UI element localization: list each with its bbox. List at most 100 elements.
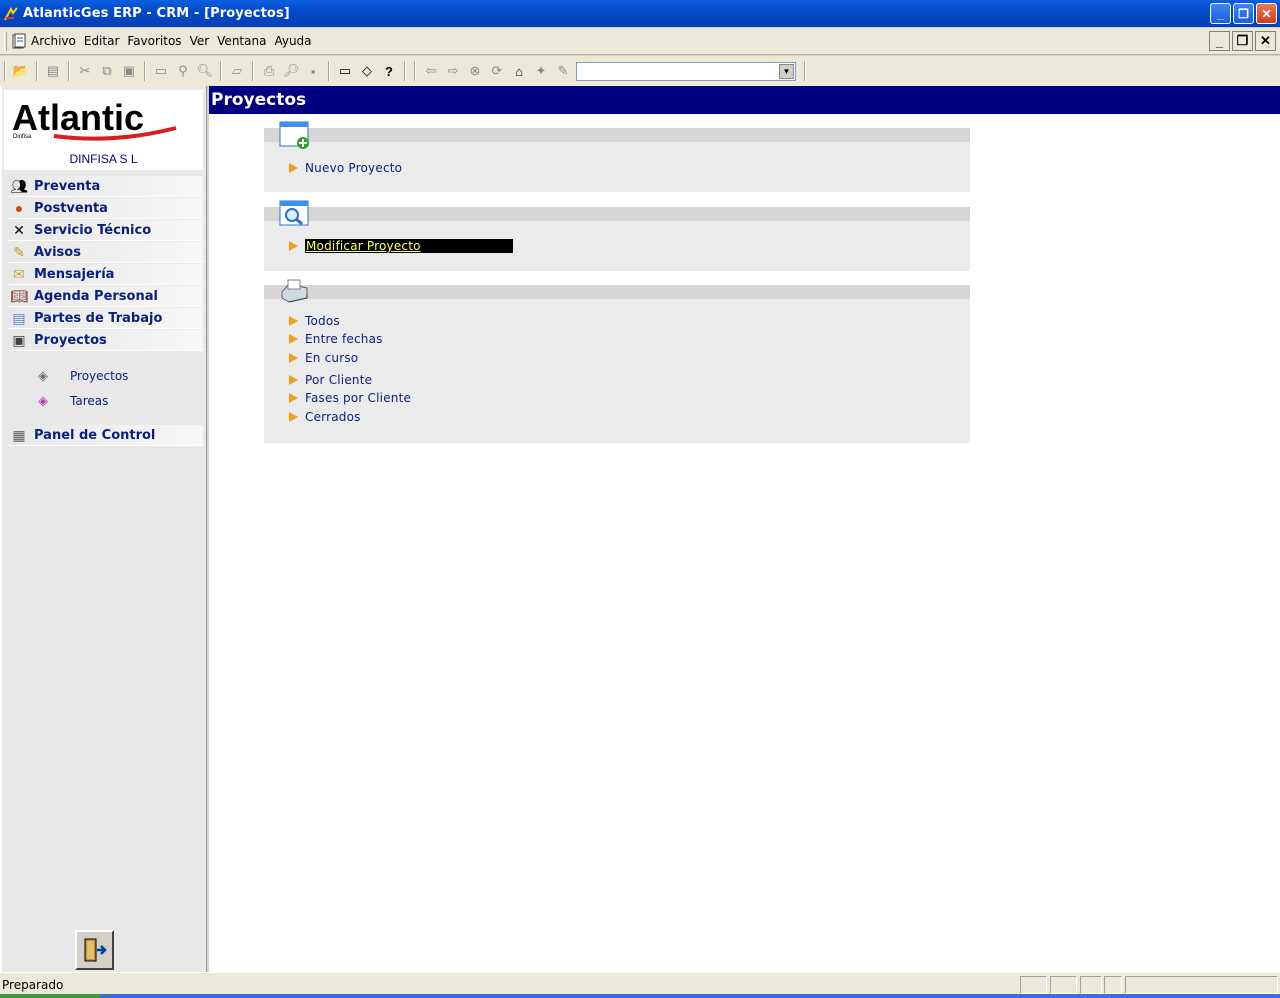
stop-icon: ⊗ [469, 63, 481, 78]
find-button[interactable]: 🔍︎ [194, 60, 216, 82]
toolbar-separator [328, 61, 330, 81]
close-button[interactable]: ✕ [1256, 3, 1277, 24]
window-button[interactable]: ▭ [150, 60, 172, 82]
favorites-button[interactable]: ✦ [530, 60, 552, 82]
link-label: Entre fechas [305, 332, 383, 346]
sidebar-item-agenda-personal[interactable]: 📖︎ Agenda Personal [8, 286, 203, 307]
window-title: AtlanticGes ERP - CRM - [Proyectos] [23, 6, 290, 21]
link-cerrados[interactable]: Cerrados [289, 408, 361, 426]
menu-ventana[interactable]: Ventana [213, 34, 270, 48]
link-nuevo-proyecto[interactable]: Nuevo Proyecto [289, 159, 402, 177]
sidebar-subitem-proyectos[interactable]: ◈ Proyectos [38, 366, 128, 386]
link-en-curso[interactable]: En curso [289, 349, 358, 367]
menu-ver[interactable]: Ver [186, 34, 214, 48]
menu-editar[interactable]: Editar [80, 34, 124, 48]
home-button[interactable]: ⌂ [508, 60, 530, 82]
monitor-button[interactable]: ▭ [334, 60, 356, 82]
sidebar-item-servicio-tecnico[interactable]: ✕ Servicio Técnico [8, 220, 203, 241]
arrow-right-icon [289, 375, 298, 385]
sidebar-item-postventa[interactable]: ● Postventa [8, 198, 203, 219]
toolbar-separator [404, 61, 406, 81]
status-panel [1104, 976, 1122, 994]
pencil-icon: ✎ [13, 243, 25, 260]
tag-button[interactable]: ◇ [356, 60, 378, 82]
menu-grip [4, 31, 7, 51]
arrow-right-icon [289, 353, 298, 363]
toolbar-separator [804, 61, 806, 81]
child-close-button[interactable]: ✕ [1255, 31, 1276, 51]
sidebar-item-partes-de-trabajo[interactable]: ▤ Partes de Trabajo [8, 308, 203, 329]
paste-button[interactable]: ▣ [118, 60, 140, 82]
arrow-right-icon [289, 316, 298, 326]
add-favorite-button[interactable]: ✎ [552, 60, 574, 82]
minimize-button[interactable]: _ [1210, 3, 1231, 24]
sidebar-item-proyectos[interactable]: ▣ Proyectos [8, 330, 203, 351]
sidebar-item-avisos[interactable]: ✎ Avisos [8, 242, 203, 263]
arrow-right-icon [289, 334, 298, 344]
cut-button[interactable]: ✂ [74, 60, 96, 82]
save-button[interactable]: ▪ [302, 60, 324, 82]
edit-icon: ▤ [46, 63, 60, 78]
sidebar-item-panel-de-control[interactable]: ▦ Panel de Control [8, 425, 203, 446]
calendar-icon: ▦ [12, 426, 26, 443]
restore-button[interactable]: ❐ [1233, 3, 1254, 24]
window-icon: ▭ [154, 63, 168, 78]
refresh-button[interactable]: ⟳ [486, 60, 508, 82]
company-name: DINFISA S L [4, 150, 203, 170]
scanner-button[interactable]: ▱ [226, 60, 248, 82]
child-restore-button[interactable]: ❐ [1232, 31, 1253, 51]
copy-button[interactable]: ⧉ [96, 60, 118, 82]
menu-ayuda[interactable]: Ayuda [270, 34, 315, 48]
close-icon: ✕ [1261, 6, 1272, 21]
arrow-left-icon: ⇦ [425, 63, 437, 78]
link-modificar-proyecto[interactable]: Modificar Proyecto [289, 237, 513, 255]
toolbar-separator [252, 61, 254, 81]
forward-button[interactable]: ⇨ [442, 60, 464, 82]
document-menu-icon[interactable] [11, 33, 27, 49]
logo: Atlantic Dinfisa [4, 90, 203, 150]
section-modify: Modificar Proyecto [264, 200, 970, 271]
child-minimize-button[interactable]: _ [1209, 31, 1230, 51]
add-favorite-icon: ✎ [557, 63, 569, 78]
status-text: Preparado [2, 978, 64, 992]
monitor-icon: ▣ [12, 331, 26, 348]
chevron-down-icon[interactable]: ▼ [779, 63, 794, 79]
open-folder-button[interactable]: 📂 [10, 60, 32, 82]
people-icon: 👥︎ [10, 177, 28, 194]
link-label: Modificar Proyecto [305, 239, 513, 253]
stop-button[interactable]: ⊗ [464, 60, 486, 82]
new-window-icon [279, 121, 309, 149]
status-panel [1080, 976, 1102, 994]
print-preview-button[interactable]: 🔎︎ [280, 60, 302, 82]
sidebar-subitem-tareas[interactable]: ◈ Tareas [38, 391, 108, 411]
arrow-right-icon: ⇨ [447, 63, 459, 78]
help-button[interactable]: ? [378, 60, 400, 82]
monitor-icon: ▭ [338, 63, 352, 78]
link-entre-fechas[interactable]: Entre fechas [289, 330, 383, 348]
sidebar-item-preventa[interactable]: 👥︎ Preventa [8, 176, 203, 197]
exit-door-icon [84, 938, 107, 962]
toolbar-separator [220, 61, 222, 81]
print-preview-icon: 🔎︎ [282, 63, 300, 78]
status-panel [1050, 976, 1077, 994]
print-button[interactable]: ⎙ [258, 60, 280, 82]
back-button[interactable]: ⇦ [420, 60, 442, 82]
address-combo[interactable]: ▼ [576, 61, 796, 81]
link-todos[interactable]: Todos [289, 312, 340, 330]
paste-icon: ▣ [122, 63, 136, 78]
folder-icon: ◈ [38, 368, 48, 383]
edit-button[interactable]: ▤ [42, 60, 64, 82]
search-window-icon [279, 200, 309, 226]
link-por-cliente[interactable]: Por Cliente [289, 371, 372, 389]
tag-icon: ◇ [362, 63, 372, 78]
exit-button[interactable] [75, 930, 114, 970]
menu-archivo[interactable]: Archivo [27, 34, 80, 48]
save-icon: ▪ [310, 63, 316, 79]
printer-icon [281, 279, 308, 303]
menu-favoritos[interactable]: Favoritos [123, 34, 185, 48]
close-icon: ✕ [1260, 33, 1271, 48]
binoculars-button[interactable]: ⚲ [172, 60, 194, 82]
link-fases-por-cliente[interactable]: Fases por Cliente [289, 389, 411, 407]
start-button-edge [0, 994, 100, 998]
sidebar-item-mensajeria[interactable]: ✉ Mensajería [8, 264, 203, 285]
